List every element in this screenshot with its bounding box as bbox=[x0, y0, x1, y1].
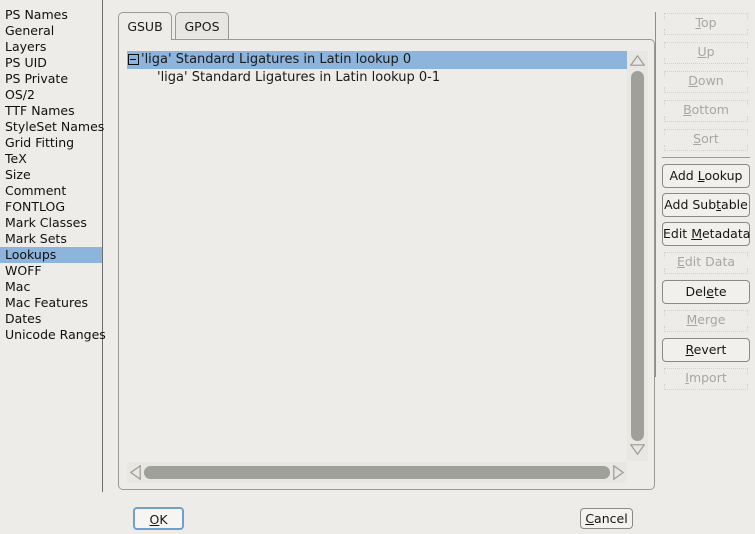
sidebar-item-label: Unicode Ranges bbox=[5, 327, 106, 342]
lookup-tree[interactable]: 'liga' Standard Ligatures in Latin looku… bbox=[127, 51, 627, 461]
button-label-rest: own bbox=[697, 73, 724, 88]
sidebar-item-label: General bbox=[5, 23, 55, 38]
sidebar-item-label: WOFF bbox=[5, 263, 42, 278]
edit-data-button[interactable]: Edit Data bbox=[662, 251, 750, 275]
up-button[interactable]: Up bbox=[662, 41, 750, 65]
sidebar-item-os2[interactable]: OS/2 bbox=[0, 87, 102, 103]
button-label-rest: ottom bbox=[691, 102, 729, 117]
sidebar-item-styleset-names[interactable]: StyleSet Names bbox=[0, 119, 105, 135]
sidebar-item-grid-fitting[interactable]: Grid Fitting bbox=[0, 135, 102, 151]
sidebar-item-unicode-ranges[interactable]: Unicode Ranges bbox=[0, 327, 106, 343]
ok-button[interactable]: OK bbox=[133, 507, 184, 530]
button-column-divider bbox=[655, 12, 656, 377]
top-button[interactable]: Top bbox=[662, 12, 750, 36]
tab-seam bbox=[119, 38, 171, 41]
sidebar-item-label: Lookups bbox=[5, 247, 57, 262]
sidebar-item-label: Mark Classes bbox=[5, 215, 87, 230]
sidebar-item-layers[interactable]: Layers bbox=[0, 39, 102, 55]
collapse-minus-icon[interactable] bbox=[128, 54, 139, 65]
settings-category-sidebar[interactable]: PS Names General Layers PS UID PS Privat… bbox=[0, 0, 106, 492]
revert-button[interactable]: Revert bbox=[662, 338, 750, 362]
sidebar-item-mac[interactable]: Mac bbox=[0, 279, 102, 295]
sidebar-item-label: StyleSet Names bbox=[5, 119, 105, 134]
down-button[interactable]: Down bbox=[662, 70, 750, 94]
tab-gpos[interactable]: GPOS bbox=[175, 12, 229, 40]
tab-label: GSUB bbox=[127, 19, 163, 34]
button-label-rest: op bbox=[700, 15, 717, 30]
tab-content-gsub: 'liga' Standard Ligatures in Latin looku… bbox=[118, 39, 655, 490]
tab-label: GPOS bbox=[184, 19, 220, 34]
sidebar-item-label: Grid Fitting bbox=[5, 135, 75, 150]
sidebar-item-ttf-names[interactable]: TTF Names bbox=[0, 103, 102, 119]
tab-gsub[interactable]: GSUB bbox=[118, 12, 172, 40]
scroll-left-arrow-icon[interactable] bbox=[129, 464, 141, 483]
lookup-action-buttons: Top Up Down Bottom Sort Add Lookup Add S… bbox=[660, 12, 752, 396]
sidebar-item-label: PS Names bbox=[5, 7, 68, 22]
button-label-rest: p bbox=[706, 44, 715, 59]
sidebar-item-lookups[interactable]: Lookups bbox=[0, 247, 102, 263]
vertical-scrollbar[interactable] bbox=[627, 51, 648, 461]
sidebar-item-label: Layers bbox=[5, 39, 47, 54]
sidebar-item-fontlog[interactable]: FONTLOG bbox=[0, 199, 102, 215]
sidebar-item-mac-features[interactable]: Mac Features bbox=[0, 295, 102, 311]
delete-button[interactable]: Delete bbox=[662, 280, 750, 304]
tab-bar: GSUB GPOS bbox=[118, 12, 655, 41]
button-group-separator bbox=[662, 157, 750, 158]
sidebar-item-label: TeX bbox=[5, 151, 27, 166]
sidebar-item-label: Mac Features bbox=[5, 295, 89, 310]
sidebar-item-label: FONTLOG bbox=[5, 199, 66, 214]
edit-metadata-button[interactable]: Edit Metadata bbox=[662, 222, 750, 246]
scroll-up-arrow-icon[interactable] bbox=[629, 54, 646, 69]
import-button[interactable]: Import bbox=[662, 367, 750, 391]
scroll-right-arrow-icon[interactable] bbox=[613, 464, 625, 483]
lookup-tree-area: 'liga' Standard Ligatures in Latin looku… bbox=[127, 51, 648, 483]
sidebar-item-mark-sets[interactable]: Mark Sets bbox=[0, 231, 102, 247]
bottom-button[interactable]: Bottom bbox=[662, 99, 750, 123]
sidebar-item-ps-names[interactable]: PS Names bbox=[0, 7, 102, 23]
sidebar-item-label: PS Private bbox=[5, 71, 69, 86]
sidebar-item-size[interactable]: Size bbox=[0, 167, 102, 183]
cancel-button[interactable]: Cancel bbox=[580, 508, 633, 529]
sidebar-item-label: PS UID bbox=[5, 55, 47, 70]
tree-row-label: 'liga' Standard Ligatures in Latin looku… bbox=[141, 52, 412, 67]
tree-row-lookup-root[interactable]: 'liga' Standard Ligatures in Latin looku… bbox=[127, 51, 627, 69]
sidebar-item-label: OS/2 bbox=[5, 87, 35, 102]
sidebar-item-label: Comment bbox=[5, 183, 67, 198]
add-subtable-button[interactable]: Add Subtable bbox=[662, 193, 750, 217]
horizontal-scrollbar[interactable] bbox=[127, 462, 627, 483]
sidebar-item-mark-classes[interactable]: Mark Classes bbox=[0, 215, 102, 231]
sidebar-item-label: Dates bbox=[5, 311, 42, 326]
sidebar-item-label: Mac bbox=[5, 279, 31, 294]
vertical-scrollbar-thumb[interactable] bbox=[631, 71, 644, 441]
merge-button[interactable]: Merge bbox=[662, 309, 750, 333]
sidebar-item-label: Size bbox=[5, 167, 31, 182]
sidebar-item-general[interactable]: General bbox=[0, 23, 102, 39]
sidebar-item-comment[interactable]: Comment bbox=[0, 183, 102, 199]
lookups-panel: 'liga' Standard Ligatures in Latin looku… bbox=[118, 12, 655, 490]
sidebar-item-label: Mark Sets bbox=[5, 231, 67, 246]
sidebar-item-ps-uid[interactable]: PS UID bbox=[0, 55, 102, 71]
sidebar-item-woff[interactable]: WOFF bbox=[0, 263, 102, 279]
tree-row-label: 'liga' Standard Ligatures in Latin looku… bbox=[157, 70, 441, 85]
sort-button[interactable]: Sort bbox=[662, 128, 750, 152]
sidebar-item-tex[interactable]: TeX bbox=[0, 151, 102, 167]
horizontal-scrollbar-thumb[interactable] bbox=[144, 466, 610, 479]
tree-row-subtable[interactable]: 'liga' Standard Ligatures in Latin looku… bbox=[127, 69, 627, 87]
sidebar-item-ps-private[interactable]: PS Private bbox=[0, 71, 102, 87]
sidebar-item-label: TTF Names bbox=[5, 103, 75, 118]
sidebar-item-dates[interactable]: Dates bbox=[0, 311, 102, 327]
button-label-rest: ort bbox=[701, 131, 719, 146]
scroll-down-arrow-icon[interactable] bbox=[629, 443, 646, 458]
add-lookup-button[interactable]: Add Lookup bbox=[662, 164, 750, 188]
